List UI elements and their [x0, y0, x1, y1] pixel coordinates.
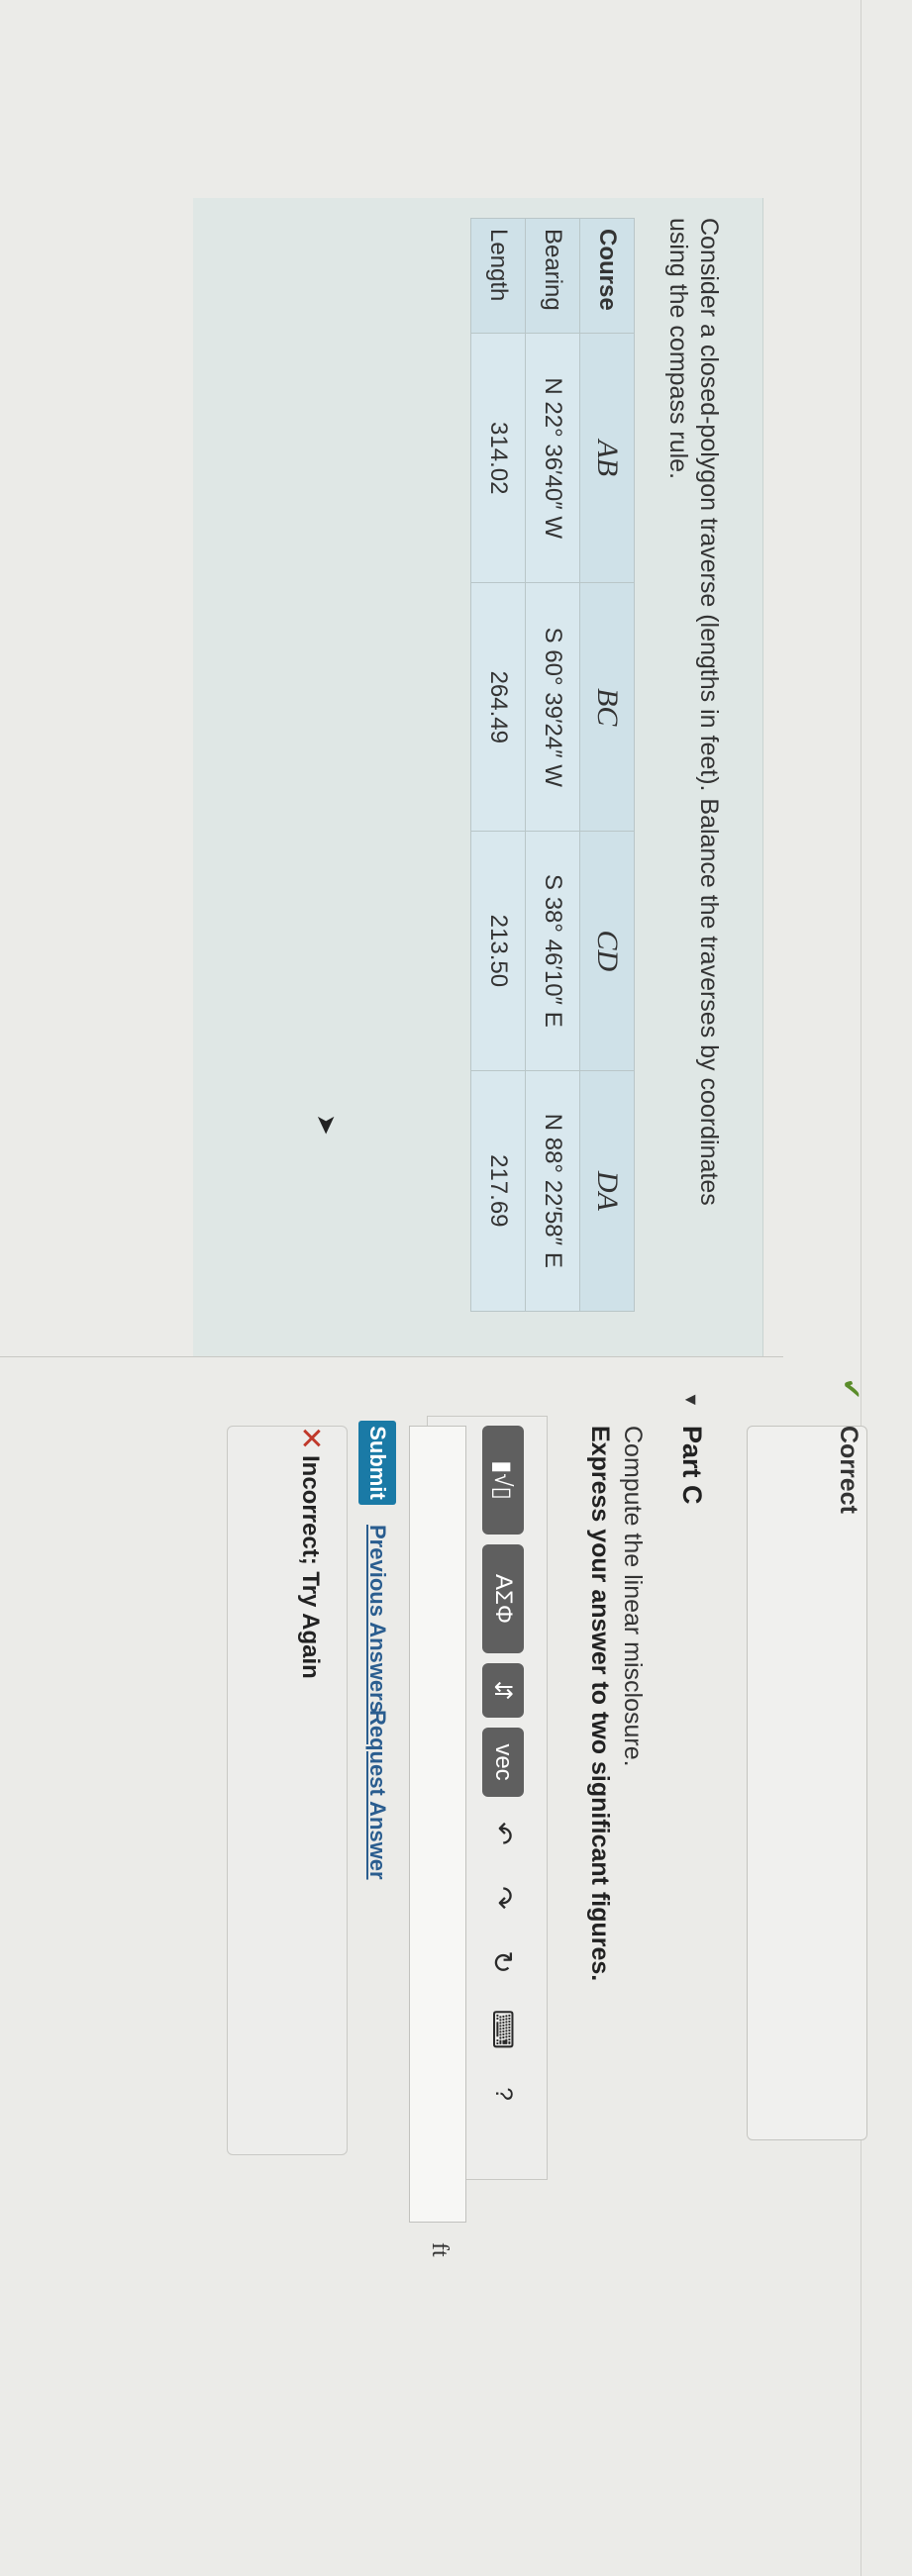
table-cell: 264.49 — [470, 582, 526, 832]
course-bc-header: BC — [579, 582, 635, 832]
section-divider — [0, 1356, 783, 1357]
keyboard-icon[interactable]: ⌨ — [482, 2005, 524, 2054]
incorrect-icon: ✕ — [294, 1426, 327, 1451]
vec-label: vec — [490, 1743, 517, 1781]
part-c-instruction: Express your answer to two significant f… — [586, 1426, 614, 1982]
table-row: Bearing N 22° 36′40″ W S 60° 39′24″ W S … — [525, 218, 580, 1312]
table-header-label: Course — [579, 218, 635, 334]
table-row: Length 314.02 264.49 213.50 217.69 — [470, 218, 526, 1312]
feedback-text: Incorrect; Try Again — [297, 1455, 324, 1679]
table-cell: S 60° 39′24″ W — [525, 582, 580, 832]
redo-icon[interactable]: ↷ — [482, 1876, 524, 1920]
table-cell: S 38° 46′10″ E — [525, 831, 580, 1071]
problem-intro: Consider a closed-polygon traverse (leng… — [664, 218, 723, 1206]
course-cd-header: CD — [579, 831, 635, 1071]
page: Consider a closed-polygon traverse (leng… — [0, 0, 912, 2576]
feedback-box — [227, 1426, 348, 2155]
previous-answers-link[interactable]: Previous Answers — [364, 1525, 390, 1713]
table-cell: 217.69 — [470, 1070, 526, 1312]
length-row-label: Length — [470, 218, 526, 334]
mouse-cursor-icon: ➤ — [312, 1114, 342, 1136]
table-cell: N 88° 22′58″ E — [525, 1070, 580, 1312]
bearing-row-label: Bearing — [525, 218, 580, 334]
reset-icon[interactable]: ↻ — [482, 1940, 524, 1984]
part-c-prompt: Compute the linear misclosure. — [619, 1426, 647, 1767]
table-cell: 314.02 — [470, 333, 526, 583]
swap-icon: ⇵ — [489, 1680, 517, 1701]
collapse-triangle-icon[interactable]: ▼ — [680, 1391, 701, 1409]
previous-part-box — [747, 1426, 867, 2140]
answer-input[interactable] — [409, 1426, 466, 2223]
correct-status: Correct — [835, 1426, 862, 1514]
undo-icon[interactable]: ↶ — [482, 1812, 524, 1855]
request-answer-link[interactable]: Request Answer — [364, 1710, 390, 1880]
table-header-row: Course AB BC CD DA — [579, 218, 635, 1312]
course-ab-header: AB — [579, 333, 635, 583]
part-c-title[interactable]: Part C — [676, 1426, 707, 1505]
help-icon[interactable]: ? — [482, 2074, 524, 2114]
greek-symbols-label: ΑΣΦ — [490, 1574, 517, 1624]
course-da-header: DA — [579, 1070, 635, 1312]
submit-button[interactable]: Submit — [358, 1421, 396, 1505]
table-cell: 213.50 — [470, 831, 526, 1071]
traverse-table: Course AB BC CD DA Bearing N 22° 36′40″ … — [470, 218, 635, 1312]
swap-button[interactable]: ⇵ — [482, 1663, 524, 1718]
templates-icon: ▮√▯ — [489, 1460, 517, 1500]
unit-label: ft — [427, 2242, 453, 2257]
check-icon: ✔ — [837, 1378, 866, 1400]
vector-button[interactable]: vec — [482, 1728, 524, 1797]
table-cell: N 22° 36′40″ W — [525, 333, 580, 583]
templates-button[interactable]: ▮√▯ — [482, 1426, 524, 1535]
greek-symbols-button[interactable]: ΑΣΦ — [482, 1544, 524, 1653]
